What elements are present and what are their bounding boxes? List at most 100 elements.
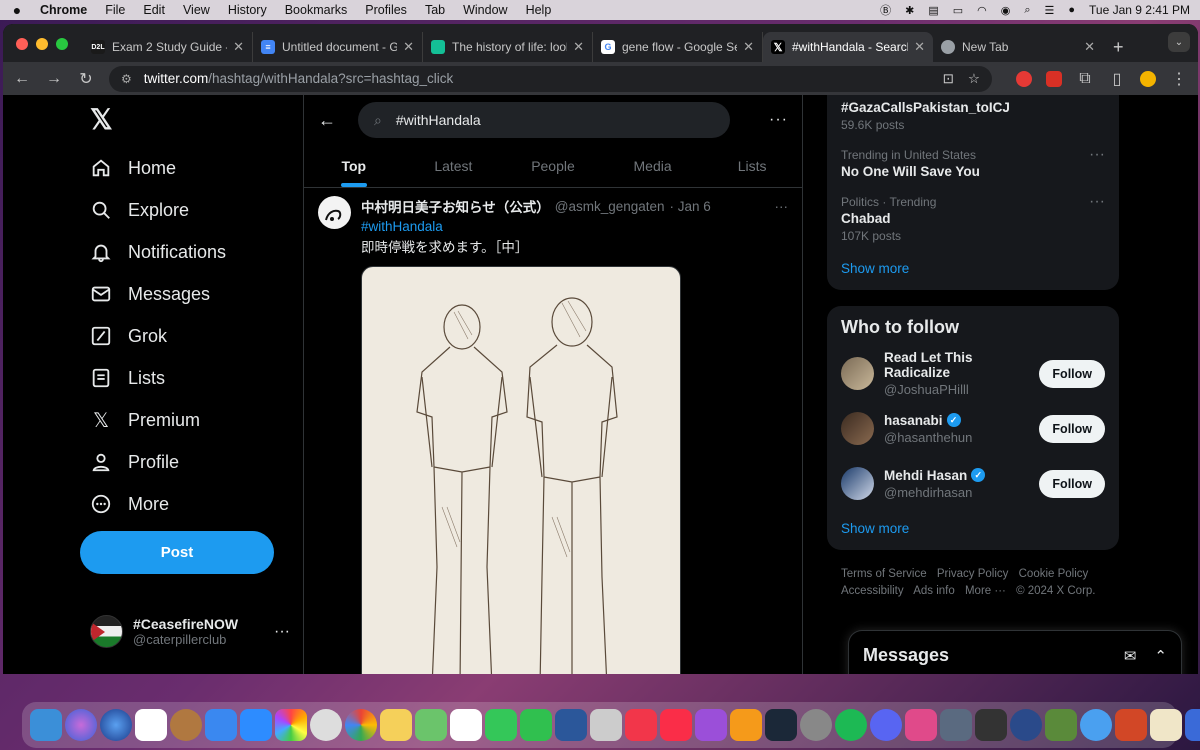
nav-item-notifications[interactable]: Notifications bbox=[90, 241, 226, 263]
battery-icon[interactable]: ▭ bbox=[953, 4, 963, 17]
avatar[interactable] bbox=[841, 467, 874, 500]
menu-app-name[interactable]: Chrome bbox=[40, 3, 87, 17]
tab-search-icon[interactable]: ⌄ bbox=[1168, 32, 1190, 52]
footer-link[interactable]: Terms of Service bbox=[841, 568, 927, 580]
siri-icon[interactable] bbox=[65, 709, 97, 741]
menu-bookmarks[interactable]: Bookmarks bbox=[285, 3, 348, 17]
expand-chevron-icon[interactable]: ⌃ bbox=[1154, 647, 1167, 665]
back-icon[interactable]: ← bbox=[13, 70, 31, 88]
browser-tab[interactable]: New Tab ✕ bbox=[933, 32, 1103, 62]
bookmark-star-icon[interactable]: ☆ bbox=[968, 71, 980, 87]
profile-avatar[interactable] bbox=[1140, 70, 1156, 87]
tweet-author-handle[interactable]: @asmk_gengaten bbox=[555, 199, 665, 214]
footer-link[interactable]: Privacy Policy bbox=[937, 568, 1009, 580]
menu-tab[interactable]: Tab bbox=[425, 3, 445, 17]
address-bar[interactable]: ⚙ twitter.com/hashtag/withHandala?src=ha… bbox=[109, 65, 992, 92]
follow-suggestion[interactable]: Mehdi Hasan ✓ @mehdirhasan Follow bbox=[841, 456, 1105, 511]
tweet[interactable]: 中村明日美子お知らせ（公式） @asmk_gengaten · Jan 6 ··… bbox=[304, 188, 802, 674]
system-settings-icon[interactable] bbox=[800, 709, 832, 741]
trend-more-icon[interactable]: ··· bbox=[1089, 193, 1105, 211]
nav-item-home[interactable]: Home bbox=[90, 157, 176, 179]
chrome-menu-icon[interactable]: ⋮ bbox=[1170, 69, 1188, 89]
menu-edit[interactable]: Edit bbox=[143, 3, 165, 17]
font-book-icon[interactable] bbox=[590, 709, 622, 741]
avatar[interactable] bbox=[841, 357, 874, 390]
nav-item-lists[interactable]: Lists bbox=[90, 367, 165, 389]
close-tab-icon[interactable]: ✕ bbox=[233, 39, 244, 55]
nav-item-grok[interactable]: Grok bbox=[90, 325, 167, 347]
footer-link[interactable]: Ads info bbox=[913, 585, 955, 597]
menu-window[interactable]: Window bbox=[463, 3, 507, 17]
menu-help[interactable]: Help bbox=[526, 3, 552, 17]
app-icon[interactable] bbox=[940, 709, 972, 741]
show-more-trends-link[interactable]: Show more bbox=[841, 251, 1105, 290]
user-icon[interactable]: ◉ bbox=[1001, 4, 1011, 17]
side-panel-icon[interactable]: ▯ bbox=[1108, 69, 1126, 89]
back-arrow-icon[interactable]: ← bbox=[318, 110, 338, 131]
browser-tab[interactable]: ≡ Untitled document - Go ✕ bbox=[253, 32, 423, 62]
browser-tab[interactable]: D2L Exam 2 Study Guide - 2 ✕ bbox=[83, 32, 253, 62]
install-app-icon[interactable]: ⊡ bbox=[943, 71, 954, 87]
mail-icon[interactable] bbox=[205, 709, 237, 741]
steam-icon[interactable] bbox=[765, 709, 797, 741]
finder-icon[interactable] bbox=[30, 709, 62, 741]
nav-item-premium[interactable]: 𝕏 Premium bbox=[90, 409, 200, 432]
more-options-icon[interactable]: ··· bbox=[769, 111, 788, 129]
menu-profiles[interactable]: Profiles bbox=[365, 3, 407, 17]
tab-top[interactable]: Top bbox=[304, 145, 404, 187]
messages-drawer[interactable]: Messages ✉ ⌃ bbox=[848, 630, 1182, 674]
books-icon[interactable] bbox=[730, 709, 762, 741]
spotify-icon[interactable] bbox=[835, 709, 867, 741]
tweet-more-icon[interactable]: ··· bbox=[775, 199, 789, 214]
contacts-icon[interactable] bbox=[170, 709, 202, 741]
word-icon[interactable] bbox=[555, 709, 587, 741]
nav-item-messages[interactable]: Messages bbox=[90, 283, 210, 305]
close-window-button[interactable] bbox=[16, 38, 28, 50]
messages-icon[interactable] bbox=[485, 709, 517, 741]
menu-file[interactable]: File bbox=[105, 3, 125, 17]
post-button[interactable]: Post bbox=[80, 531, 274, 574]
music-icon[interactable] bbox=[660, 709, 692, 741]
photos-icon[interactable] bbox=[275, 709, 307, 741]
tab-lists[interactable]: Lists bbox=[702, 145, 802, 187]
maps-icon[interactable] bbox=[415, 709, 447, 741]
news-icon[interactable] bbox=[625, 709, 657, 741]
minimize-window-button[interactable] bbox=[36, 38, 48, 50]
bartender-icon[interactable] bbox=[1010, 709, 1042, 741]
nav-item-explore[interactable]: Explore bbox=[90, 199, 189, 221]
zoom-icon[interactable] bbox=[240, 709, 272, 741]
search-input[interactable]: ⌕ #withHandala bbox=[358, 102, 730, 138]
follow-suggestion[interactable]: Read Let This Radicalize @JoshuaPHilll F… bbox=[841, 346, 1105, 401]
notes-icon[interactable] bbox=[380, 709, 412, 741]
more-dots-icon[interactable]: ··· bbox=[274, 623, 290, 641]
control-center-icon[interactable]: ☰ bbox=[1045, 4, 1055, 17]
follow-button[interactable]: Follow bbox=[1039, 414, 1105, 443]
calendar-icon[interactable] bbox=[135, 709, 167, 741]
trend-more-icon[interactable]: ··· bbox=[1089, 146, 1105, 164]
facetime-icon[interactable] bbox=[520, 709, 552, 741]
chrome-icon[interactable] bbox=[345, 709, 377, 741]
trend-item[interactable]: #GazaCallsPakistan_toICJ 59.6K posts bbox=[841, 95, 1105, 140]
tab-latest[interactable]: Latest bbox=[404, 145, 504, 187]
tweet-image[interactable] bbox=[361, 266, 681, 674]
close-tab-icon[interactable]: ✕ bbox=[1084, 39, 1095, 55]
reminders-icon[interactable] bbox=[450, 709, 482, 741]
brush-app-icon[interactable] bbox=[905, 709, 937, 741]
extension-icon[interactable] bbox=[1016, 70, 1032, 87]
trend-item[interactable]: Trending in United States No One Will Sa… bbox=[841, 140, 1105, 187]
avatar[interactable] bbox=[841, 412, 874, 445]
trend-item[interactable]: Politics · Trending Chabad 107K posts ··… bbox=[841, 187, 1105, 251]
discord-icon[interactable] bbox=[870, 709, 902, 741]
menu-view[interactable]: View bbox=[183, 3, 210, 17]
new-message-icon[interactable]: ✉ bbox=[1124, 647, 1137, 665]
extensions-puzzle-icon[interactable]: ⧉ bbox=[1076, 70, 1094, 88]
browser-tab[interactable]: The history of life: looki ✕ bbox=[423, 32, 593, 62]
zoom-window-button[interactable] bbox=[56, 38, 68, 50]
follow-button[interactable]: Follow bbox=[1039, 359, 1105, 388]
final-cut-icon[interactable] bbox=[975, 709, 1007, 741]
extension-icon[interactable] bbox=[1046, 70, 1062, 87]
minecraft-icon[interactable] bbox=[1045, 709, 1077, 741]
tweet-date[interactable]: · Jan 6 bbox=[670, 199, 711, 214]
powerpoint-icon[interactable] bbox=[1115, 709, 1147, 741]
wifi-icon[interactable]: ◠ bbox=[977, 4, 987, 17]
